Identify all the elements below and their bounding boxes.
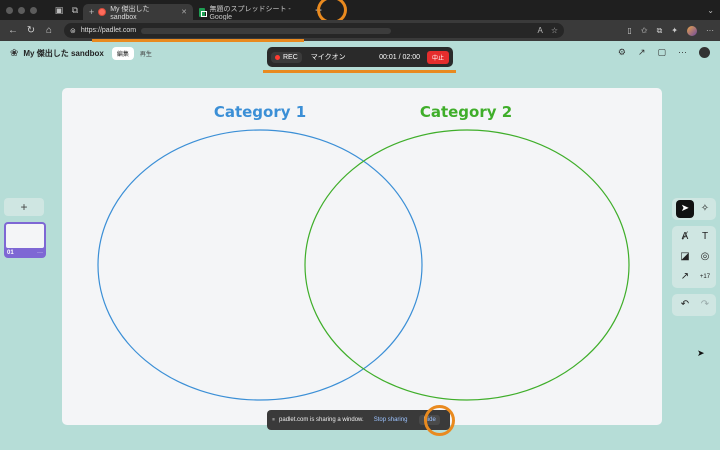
history-tools: ↶ ↷ (672, 294, 716, 316)
text-tool-icon[interactable]: T (696, 228, 714, 246)
undo-icon[interactable]: ↶ (676, 296, 694, 314)
slide-preview (6, 224, 44, 248)
stop-recording-button[interactable]: 中止 (426, 50, 449, 64)
select-pointer-icon[interactable]: ➤ (676, 200, 694, 218)
whiteboard-canvas[interactable]: Category 1 Category 2 (62, 88, 662, 425)
rec-timer: 00:01 / 02:00 (379, 53, 420, 61)
profile-avatar[interactable] (687, 25, 697, 36)
share-message: padlet.com is sharing a window. (279, 417, 364, 423)
browser-tab-bar: ▣ ⧉ + My 傑出した sandbox ✕ 無題のスプレッドシート - Go… (0, 0, 720, 21)
category-2-circle[interactable] (304, 129, 630, 401)
pause-icon: ⏸ (272, 416, 276, 423)
share-icon[interactable]: ↗ (638, 47, 646, 58)
page-info-icon[interactable]: ⊜ (70, 27, 76, 35)
reload-icon[interactable]: ↻ (22, 25, 40, 36)
url-blurred (141, 27, 392, 34)
url-text: https://padlet.com (80, 27, 137, 34)
play-mode-button[interactable]: 再生 (140, 49, 152, 58)
screen-share-bar: ⏸ padlet.com is sharing a window. Stop s… (267, 410, 450, 430)
window-controls[interactable] (6, 6, 37, 14)
magic-pointer-icon[interactable]: ✧ (696, 200, 714, 218)
page-title[interactable]: My 傑出した sandbox (23, 48, 103, 59)
split-screen-icon[interactable]: ▯ (627, 26, 631, 35)
chevron-down-icon[interactable]: ⌄ (707, 6, 714, 15)
extensions-icon[interactable]: ✦ (671, 26, 678, 35)
add-slide-button[interactable]: + (4, 198, 44, 216)
record-dot-icon (275, 54, 280, 60)
mic-status[interactable]: マイクオン (311, 52, 346, 62)
padlet-logo-icon[interactable]: ❀ (10, 48, 18, 59)
category-1-circle[interactable] (97, 129, 423, 401)
more-tools-count[interactable]: +17 (696, 268, 714, 286)
shapes-icon[interactable]: ◎ (696, 248, 714, 266)
tab-label: 無題のスプレッドシート - Google (209, 5, 291, 21)
mouse-cursor-icon: ➤ (697, 348, 705, 358)
settings-gear-icon[interactable]: ⚙ (618, 47, 626, 58)
recording-bar: REC マイクオン 00:01 / 02:00 中止 (267, 47, 453, 67)
slide-thumbnail[interactable]: 01 ··· (4, 222, 46, 258)
pen-icon[interactable]: Ⱥ (676, 228, 694, 246)
read-aloud-icon[interactable]: A (537, 26, 542, 35)
venn-diagram: Category 1 Category 2 (97, 103, 630, 401)
user-avatar[interactable] (699, 47, 710, 58)
tab-padlet[interactable]: + My 傑出した sandbox ✕ (83, 4, 193, 21)
more-menu-icon[interactable]: ··· (706, 26, 714, 35)
rec-label: REC (283, 53, 298, 61)
tab-label: My 傑出した sandbox (110, 5, 150, 21)
stop-sharing-button[interactable]: Stop sharing (374, 417, 408, 423)
edit-mode-button[interactable]: 編集 (111, 46, 134, 60)
more-options-icon[interactable]: ··· (678, 47, 687, 58)
arrow-tool-icon[interactable]: ↗ (676, 268, 694, 286)
slide-number: 01 (7, 250, 14, 256)
fullscreen-icon[interactable]: ▢ (657, 47, 666, 58)
category-2-label[interactable]: Category 2 (420, 103, 512, 121)
home-icon[interactable]: ⌂ (40, 25, 58, 36)
selection-tools: ➤ ✧ (672, 198, 716, 220)
back-arrow-icon[interactable]: ← (4, 25, 22, 36)
close-icon[interactable]: ✕ (181, 8, 187, 16)
sticky-note-icon[interactable]: ◪ (676, 248, 694, 266)
tab-overview-icon[interactable]: ⧉ (67, 5, 83, 16)
browser-address-bar: ← ↻ ⌂ ⊜ https://padlet.com A ☆ ▯ ✩ ⧉ ✦ ·… (0, 20, 720, 41)
favorites-icon[interactable]: ✩ (641, 26, 648, 35)
tab-add-icon[interactable]: + (89, 7, 94, 17)
slide-more-icon[interactable]: ··· (37, 250, 43, 256)
redo-icon[interactable]: ↷ (696, 296, 714, 314)
drawing-tools: Ⱥ T ◪ ◎ ↗ +17 (672, 226, 716, 288)
padlet-favicon-icon (98, 8, 107, 16)
collections-icon[interactable]: ⧉ (657, 26, 663, 36)
highlight-circle (424, 405, 455, 436)
favorite-star-icon[interactable]: ☆ (551, 26, 558, 35)
recording-highlight-underline (263, 70, 456, 73)
url-field[interactable]: ⊜ https://padlet.com A ☆ (64, 23, 564, 38)
category-1-label[interactable]: Category 1 (214, 103, 306, 121)
rec-badge: REC (271, 51, 302, 63)
sidebar-toggle-icon[interactable]: ▣ (51, 5, 67, 16)
sheets-favicon-icon (199, 7, 208, 17)
tab-spreadsheet[interactable]: 無題のスプレッドシート - Google (193, 4, 301, 21)
